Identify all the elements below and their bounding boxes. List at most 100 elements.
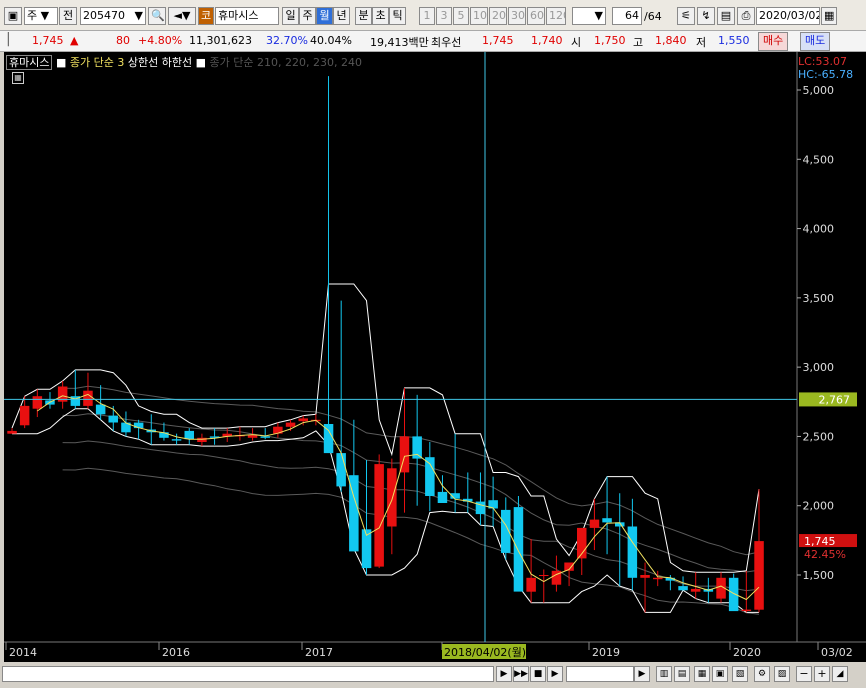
stock-name-field[interactable]: 휴마시스 (215, 7, 279, 25)
y-tick-label: 4,500 (803, 153, 835, 166)
search-icon[interactable]: 🔍 (148, 7, 166, 25)
interval-button-0[interactable]: 1 (419, 7, 435, 25)
candle-body (653, 577, 663, 580)
scroll-right-icon[interactable]: ▶ (496, 666, 512, 682)
legend-stock-name[interactable]: 휴마시스 (6, 55, 53, 70)
ask-price: 1,745 (482, 34, 514, 47)
candle-body (741, 609, 752, 611)
volume: 11,301,623 (189, 34, 252, 47)
candle-body (589, 519, 600, 528)
period-button-2[interactable]: 월 (316, 7, 333, 25)
count-input[interactable]: 64 (612, 7, 642, 25)
market-badge: 코 (198, 7, 214, 25)
current-price-label: 1,745 (804, 535, 836, 548)
x-tick-label: 2019 (592, 646, 620, 659)
speaker-icon[interactable]: ◄▼ (168, 7, 196, 25)
candle-type-icon[interactable]: ▣ (712, 666, 728, 682)
interval-button-6[interactable]: 60 (527, 7, 545, 25)
calendar-icon[interactable]: ▦ (821, 7, 837, 25)
chart-legend: 휴마시스 ■ 종가 단순 3 상한선 하한선 ■ 종가 단순 210, 220,… (6, 54, 362, 70)
chart-type-icon[interactable]: ▦ (694, 666, 710, 682)
interval-button-1[interactable]: 3 (436, 7, 452, 25)
period-button-5[interactable]: 초 (372, 7, 389, 25)
x-tick-label: 2018/04/02(월) (444, 646, 526, 659)
legend-upper[interactable]: 상한선 (128, 56, 158, 69)
candle-body (260, 436, 270, 438)
interval-button-4[interactable]: 20 (489, 7, 507, 25)
zoom-in-chart-icon[interactable]: ▥ (656, 666, 672, 682)
legend-long-ma[interactable]: 종가 단순 210, 220, 230, 240 (210, 56, 362, 69)
candle-body (108, 415, 118, 423)
period-type-select[interactable]: 주 ▼ (24, 7, 58, 25)
pan-icon[interactable]: ▨ (774, 666, 790, 682)
y-tick-label: 5,000 (803, 84, 835, 97)
date-input[interactable]: 2020/03/02 (756, 7, 820, 25)
scroll-right-2-icon[interactable]: ▶ (634, 666, 650, 682)
stop-icon[interactable]: ■ (530, 666, 546, 682)
high-price: 1,840 (655, 34, 687, 47)
candle-body (184, 430, 194, 440)
candle-body (197, 437, 207, 442)
candle-body (387, 468, 397, 527)
indicator-icon[interactable]: ↯ (697, 7, 715, 25)
interval-select[interactable]: ▼ (572, 7, 606, 25)
y-tick-label: 1,500 (803, 569, 835, 582)
y-tick-label: 2,500 (803, 430, 835, 443)
low-label: 저 (696, 36, 707, 49)
x-tick-label: 2014 (9, 646, 37, 659)
x-tick-label: 2016 (162, 646, 190, 659)
bid-price: 1,740 (531, 34, 563, 47)
amount: 19,413백만 (370, 36, 429, 49)
candle-body (690, 588, 701, 592)
interval-button-5[interactable]: 30 (508, 7, 526, 25)
up-arrow-icon: ▲ (70, 34, 79, 47)
candle-body (19, 405, 30, 426)
period-button-1[interactable]: 주 (299, 7, 316, 25)
sell-button[interactable]: 매도 (800, 32, 831, 51)
interval-button-2[interactable]: 5 (453, 7, 469, 25)
all-button[interactable]: 전 (59, 7, 77, 25)
y-tick-label: 3,500 (803, 292, 835, 305)
period-button-0[interactable]: 일 (282, 7, 299, 25)
legend-ma3[interactable]: 종가 단순 3 (70, 56, 124, 69)
expand-icon[interactable]: ◢ (832, 666, 848, 682)
scroll-track[interactable] (2, 666, 494, 682)
interval-button-7[interactable]: 120 (546, 7, 566, 25)
price: 1,745 (32, 34, 64, 47)
x-tick-label: 2017 (305, 646, 333, 659)
scroll-bar: ▶ ▶▶ ■ ▶ ▶ ▥ ▤ ▦ ▣ ▧ ⚙ ▨ − + ◢ (0, 662, 866, 688)
buy-button[interactable]: 매수 (758, 32, 789, 51)
period-button-4[interactable]: 분 (355, 7, 372, 25)
table-icon[interactable]: ▧ (732, 666, 748, 682)
chart-area[interactable]: 5,000 4,500 4,000 3,500 3,000 2,500 2,000 1,500… (4, 52, 866, 662)
interval-button-3[interactable]: 10 (470, 7, 488, 25)
zoom-in-icon[interactable]: + (814, 666, 830, 682)
y-tick-label: 3,000 (803, 361, 835, 374)
candle-settings-icon[interactable]: ⚟ (677, 7, 695, 25)
fast-forward-icon[interactable]: ▶▶ (513, 666, 529, 682)
grid-toggle-icon[interactable]: ▦ (12, 72, 24, 84)
candle-body (298, 418, 308, 422)
count-total: /64 (644, 10, 662, 23)
candle-body (627, 526, 638, 578)
stock-code-input[interactable]: 205470 ▼ (80, 7, 146, 25)
period-button-6[interactable]: 틱 (389, 7, 406, 25)
low-price: 1,550 (718, 34, 750, 47)
play-icon[interactable]: ▶ (547, 666, 563, 682)
legend-lower[interactable]: 하한선 (162, 56, 192, 69)
settings-icon[interactable]: ⚙ (754, 666, 770, 682)
quote-divider-icon: | (6, 31, 11, 47)
period-type-value: 주 (27, 9, 38, 22)
period-button-3[interactable]: 년 (333, 7, 350, 25)
best-label: 최우선 (431, 36, 462, 49)
y-tick-label: 4,000 (803, 223, 835, 236)
zoom-out-icon[interactable]: − (796, 666, 812, 682)
save-icon[interactable]: ▤ (717, 7, 735, 25)
print-icon[interactable]: ⎙ (737, 7, 755, 25)
chart-menu-icon[interactable]: ▣ (4, 7, 22, 25)
lc-label: LC:53.07 (798, 55, 848, 68)
price-chart[interactable]: 5,000 4,500 4,000 3,500 3,000 2,500 2,000 1,500… (4, 52, 866, 662)
speed-slider[interactable] (566, 666, 634, 682)
zoom-range-icon[interactable]: ▤ (674, 666, 690, 682)
open-label: 시 (571, 36, 582, 49)
